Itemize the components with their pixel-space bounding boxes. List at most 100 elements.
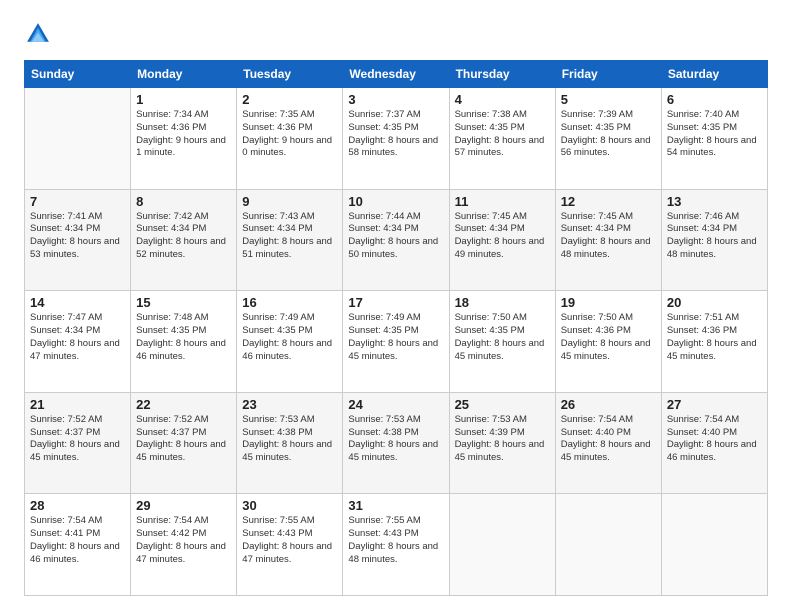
day-number: 3 [348,92,443,107]
calendar-cell: 3 Sunrise: 7:37 AM Sunset: 4:35 PM Daylig… [343,88,449,190]
calendar-cell: 17 Sunrise: 7:49 AM Sunset: 4:35 PM Dayli… [343,291,449,393]
cell-text: Sunrise: 7:54 AM Sunset: 4:40 PM Dayligh… [561,414,656,465]
day-number: 25 [455,397,550,412]
calendar-cell: 27Sunrise: 7:54 AM Sunset: 4:40 PM Dayli… [661,392,767,494]
calendar-cell: 16 Sunrise: 7:49 AM Sunset: 4:35 PM Dayli… [237,291,343,393]
calendar-cell: 15 Sunrise: 7:48 AM Sunset: 4:35 PM Dayli… [131,291,237,393]
day-number: 23 [242,397,337,412]
day-number: 24 [348,397,443,412]
day-number: 5 [561,92,656,107]
calendar-table: SundayMondayTuesdayWednesdayThursdayFrid… [24,60,768,596]
calendar-cell: 5 Sunrise: 7:39 AM Sunset: 4:35 PM Daylig… [555,88,661,190]
day-number: 14 [30,295,125,310]
calendar-cell [449,494,555,596]
calendar-cell: 25 Sunrise: 7:53 AM Sunset: 4:39 PM Dayli… [449,392,555,494]
calendar-cell: 8Sunrise: 7:42 AM Sunset: 4:34 PM Daylig… [131,189,237,291]
day-number: 22 [136,397,231,412]
calendar-cell: 23 Sunrise: 7:53 AM Sunset: 4:38 PM Dayli… [237,392,343,494]
cell-text: Sunrise: 7:42 AM Sunset: 4:34 PM Dayligh… [136,211,231,262]
calendar-cell: 14 Sunrise: 7:47 AM Sunset: 4:34 PM Dayli… [25,291,131,393]
calendar-cell: 4 Sunrise: 7:38 AM Sunset: 4:35 PM Daylig… [449,88,555,190]
cell-text: Sunrise: 7:54 AM Sunset: 4:42 PM Dayligh… [136,515,231,566]
day-number: 2 [242,92,337,107]
day-number: 30 [242,498,337,513]
weekday-header-sunday: Sunday [25,61,131,88]
day-number: 12 [561,194,656,209]
day-number: 1 [136,92,231,107]
cell-text: Sunrise: 7:50 AM Sunset: 4:36 PM Dayligh… [561,312,656,363]
cell-text: Sunrise: 7:52 AM Sunset: 4:37 PM Dayligh… [136,414,231,465]
calendar-cell [25,88,131,190]
day-number: 19 [561,295,656,310]
page: SundayMondayTuesdayWednesdayThursdayFrid… [0,0,792,612]
cell-text: Sunrise: 7:39 AM Sunset: 4:35 PM Dayligh… [561,109,656,160]
day-number: 4 [455,92,550,107]
week-row-3: 14 Sunrise: 7:47 AM Sunset: 4:34 PM Dayli… [25,291,768,393]
day-number: 21 [30,397,125,412]
weekday-header-tuesday: Tuesday [237,61,343,88]
day-number: 7 [30,194,125,209]
cell-text: Sunrise: 7:45 AM Sunset: 4:34 PM Dayligh… [561,211,656,262]
cell-text: Sunrise: 7:46 AM Sunset: 4:34 PM Dayligh… [667,211,762,262]
day-number: 17 [348,295,443,310]
day-number: 15 [136,295,231,310]
weekday-header-thursday: Thursday [449,61,555,88]
cell-text: Sunrise: 7:49 AM Sunset: 4:35 PM Dayligh… [242,312,337,363]
cell-text: Sunrise: 7:51 AM Sunset: 4:36 PM Dayligh… [667,312,762,363]
cell-text: Sunrise: 7:54 AM Sunset: 4:40 PM Dayligh… [667,414,762,465]
cell-text: Sunrise: 7:54 AM Sunset: 4:41 PM Dayligh… [30,515,125,566]
calendar-cell: 20 Sunrise: 7:51 AM Sunset: 4:36 PM Dayli… [661,291,767,393]
cell-text: Sunrise: 7:37 AM Sunset: 4:35 PM Dayligh… [348,109,443,160]
calendar-cell: 13 Sunrise: 7:46 AM Sunset: 4:34 PM Dayli… [661,189,767,291]
calendar-cell: 29 Sunrise: 7:54 AM Sunset: 4:42 PM Dayli… [131,494,237,596]
calendar-cell: 2 Sunrise: 7:35 AM Sunset: 4:36 PM Daylig… [237,88,343,190]
calendar-cell: 30 Sunrise: 7:55 AM Sunset: 4:43 PM Dayli… [237,494,343,596]
cell-text: Sunrise: 7:35 AM Sunset: 4:36 PM Dayligh… [242,109,337,160]
day-number: 6 [667,92,762,107]
calendar-cell: 11Sunrise: 7:45 AM Sunset: 4:34 PM Dayli… [449,189,555,291]
calendar-cell: 9Sunrise: 7:43 AM Sunset: 4:34 PM Daylig… [237,189,343,291]
day-number: 13 [667,194,762,209]
week-row-5: 28 Sunrise: 7:54 AM Sunset: 4:41 PM Dayli… [25,494,768,596]
calendar-cell: 18 Sunrise: 7:50 AM Sunset: 4:35 PM Dayli… [449,291,555,393]
week-row-4: 21 Sunrise: 7:52 AM Sunset: 4:37 PM Dayli… [25,392,768,494]
cell-text: Sunrise: 7:53 AM Sunset: 4:39 PM Dayligh… [455,414,550,465]
cell-text: Sunrise: 7:49 AM Sunset: 4:35 PM Dayligh… [348,312,443,363]
day-number: 10 [348,194,443,209]
cell-text: Sunrise: 7:45 AM Sunset: 4:34 PM Dayligh… [455,211,550,262]
logo [24,20,56,48]
cell-text: Sunrise: 7:48 AM Sunset: 4:35 PM Dayligh… [136,312,231,363]
cell-text: Sunrise: 7:47 AM Sunset: 4:34 PM Dayligh… [30,312,125,363]
calendar-cell: 24 Sunrise: 7:53 AM Sunset: 4:38 PM Dayli… [343,392,449,494]
cell-text: Sunrise: 7:44 AM Sunset: 4:34 PM Dayligh… [348,211,443,262]
cell-text: Sunrise: 7:43 AM Sunset: 4:34 PM Dayligh… [242,211,337,262]
weekday-header-wednesday: Wednesday [343,61,449,88]
day-number: 28 [30,498,125,513]
cell-text: Sunrise: 7:50 AM Sunset: 4:35 PM Dayligh… [455,312,550,363]
weekday-header-friday: Friday [555,61,661,88]
day-number: 20 [667,295,762,310]
calendar-cell: 10 Sunrise: 7:44 AM Sunset: 4:34 PM Dayli… [343,189,449,291]
cell-text: Sunrise: 7:40 AM Sunset: 4:35 PM Dayligh… [667,109,762,160]
cell-text: Sunrise: 7:53 AM Sunset: 4:38 PM Dayligh… [348,414,443,465]
cell-text: Sunrise: 7:55 AM Sunset: 4:43 PM Dayligh… [242,515,337,566]
day-number: 26 [561,397,656,412]
day-number: 18 [455,295,550,310]
cell-text: Sunrise: 7:53 AM Sunset: 4:38 PM Dayligh… [242,414,337,465]
day-number: 16 [242,295,337,310]
header [24,20,768,48]
calendar-cell: 21 Sunrise: 7:52 AM Sunset: 4:37 PM Dayli… [25,392,131,494]
week-row-2: 7Sunrise: 7:41 AM Sunset: 4:34 PM Daylig… [25,189,768,291]
calendar-cell: 31Sunrise: 7:55 AM Sunset: 4:43 PM Dayli… [343,494,449,596]
weekday-header-saturday: Saturday [661,61,767,88]
calendar-cell: 1 Sunrise: 7:34 AM Sunset: 4:36 PM Daylig… [131,88,237,190]
day-number: 29 [136,498,231,513]
calendar-cell: 22 Sunrise: 7:52 AM Sunset: 4:37 PM Dayli… [131,392,237,494]
cell-text: Sunrise: 7:52 AM Sunset: 4:37 PM Dayligh… [30,414,125,465]
cell-text: Sunrise: 7:38 AM Sunset: 4:35 PM Dayligh… [455,109,550,160]
calendar-cell: 28 Sunrise: 7:54 AM Sunset: 4:41 PM Dayli… [25,494,131,596]
calendar-cell: 12 Sunrise: 7:45 AM Sunset: 4:34 PM Dayli… [555,189,661,291]
cell-text: Sunrise: 7:34 AM Sunset: 4:36 PM Dayligh… [136,109,231,160]
day-number: 31 [348,498,443,513]
calendar-cell [661,494,767,596]
